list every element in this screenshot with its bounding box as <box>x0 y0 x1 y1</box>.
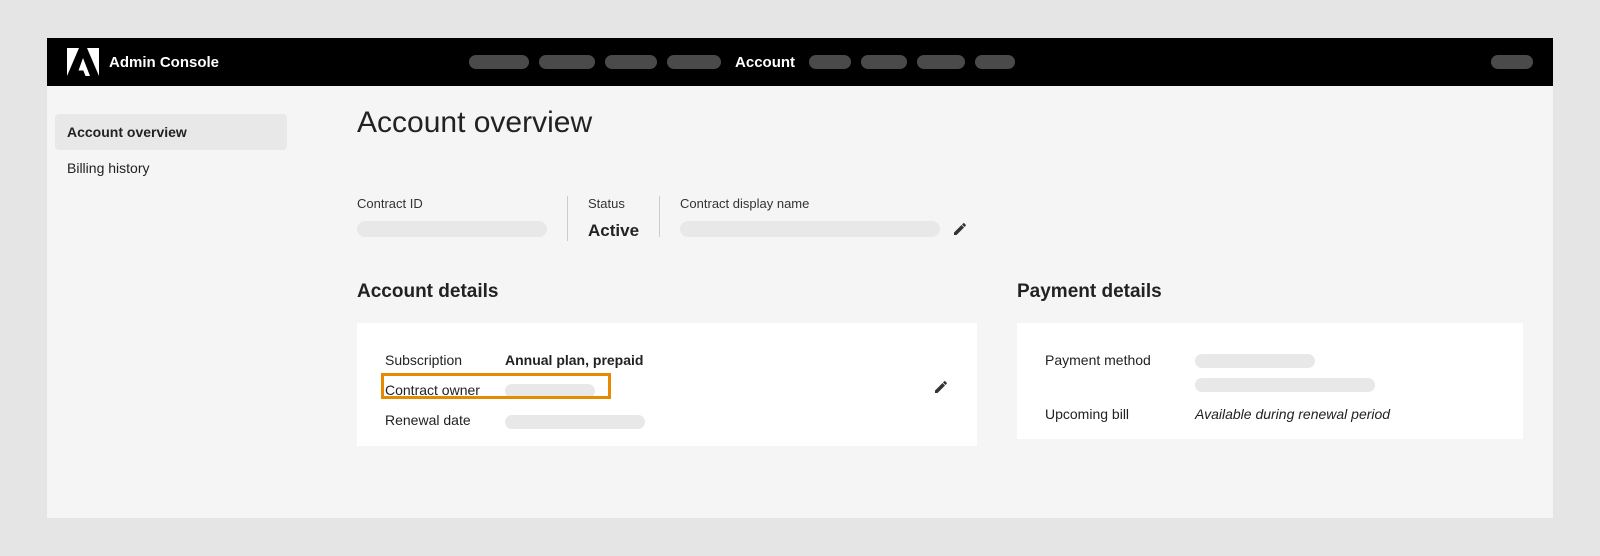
account-details-title: Account details <box>357 281 977 303</box>
payment-details-card: Payment method Upcoming bill Available d… <box>1017 323 1523 439</box>
subscription-label: Subscription <box>385 352 505 368</box>
body: Account overview Billing history Account… <box>47 86 1553 518</box>
renewal-date-value-redacted <box>505 415 645 429</box>
payment-details-column: Payment details Payment method Upcoming … <box>1017 281 1523 446</box>
top-nav: Account <box>469 54 1015 71</box>
sidebar-item-account-overview[interactable]: Account overview <box>55 114 287 150</box>
sidebar-item-billing-history[interactable]: Billing history <box>55 150 287 186</box>
upcoming-bill-label: Upcoming bill <box>1045 406 1195 422</box>
contract-id-label: Contract ID <box>357 196 547 211</box>
payment-method-extra-row <box>1045 375 1495 398</box>
status-block: Status Active <box>567 196 659 241</box>
account-details-column: Account details Subscription Annual plan… <box>357 281 977 446</box>
app-frame: Admin Console Account Account overview B… <box>47 38 1553 518</box>
topbar: Admin Console Account <box>47 38 1553 86</box>
nav-item[interactable] <box>861 55 907 69</box>
nav-item[interactable] <box>809 55 851 69</box>
payment-method-extra-redacted <box>1195 378 1375 392</box>
upcoming-bill-value: Available during renewal period <box>1195 406 1390 422</box>
topbar-right <box>1491 55 1533 69</box>
subscription-row: Subscription Annual plan, prepaid <box>385 345 949 375</box>
nav-item[interactable] <box>667 55 721 69</box>
nav-item[interactable] <box>605 55 657 69</box>
contract-owner-label: Contract owner <box>385 382 505 398</box>
adobe-logo-icon <box>67 48 99 76</box>
nav-item[interactable] <box>469 55 529 69</box>
main-content: Account overview Contract ID Status Acti… <box>297 86 1553 518</box>
status-value: Active <box>588 221 639 241</box>
page-title: Account overview <box>357 106 1523 140</box>
app-title: Admin Console <box>109 54 219 71</box>
payment-method-value-redacted <box>1195 354 1315 368</box>
sidebar-item-label: Billing history <box>67 160 149 176</box>
display-name-block: Contract display name <box>659 196 988 237</box>
pencil-icon[interactable] <box>933 379 949 395</box>
payment-details-title: Payment details <box>1017 281 1523 303</box>
subscription-value: Annual plan, prepaid <box>505 352 643 368</box>
display-name-value-redacted <box>680 221 940 237</box>
contract-owner-row: Contract owner <box>385 375 949 405</box>
display-name-label: Contract display name <box>680 196 968 211</box>
nav-item[interactable] <box>539 55 595 69</box>
renewal-date-row: Renewal date <box>385 405 949 435</box>
contract-id-value-redacted <box>357 221 547 237</box>
contract-owner-value-redacted <box>505 384 595 398</box>
upcoming-bill-row: Upcoming bill Available during renewal p… <box>1045 399 1495 429</box>
contract-id-block: Contract ID <box>357 196 567 237</box>
nav-item-account[interactable]: Account <box>731 54 799 71</box>
pencil-icon[interactable] <box>952 221 968 237</box>
details-columns: Account details Subscription Annual plan… <box>357 281 1523 446</box>
status-label: Status <box>588 196 639 211</box>
payment-method-label: Payment method <box>1045 352 1195 368</box>
nav-item[interactable] <box>917 55 965 69</box>
sidebar: Account overview Billing history <box>47 86 297 518</box>
renewal-date-label: Renewal date <box>385 412 505 428</box>
nav-item[interactable] <box>975 55 1015 69</box>
sidebar-item-label: Account overview <box>67 124 187 140</box>
account-details-card: Subscription Annual plan, prepaid Contra… <box>357 323 977 446</box>
topbar-action[interactable] <box>1491 55 1533 69</box>
payment-method-row: Payment method <box>1045 345 1495 375</box>
contract-meta-row: Contract ID Status Active Contract displ… <box>357 196 1523 241</box>
